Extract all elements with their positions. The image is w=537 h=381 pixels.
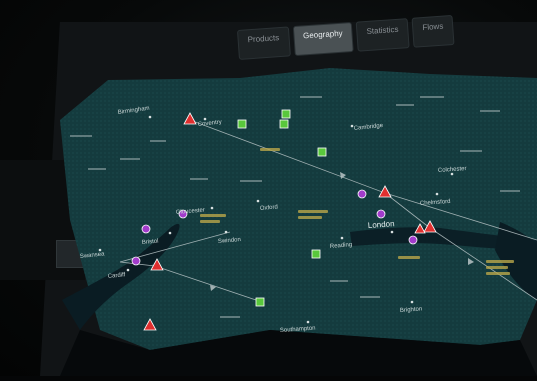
map-view[interactable]: Birmingham Coventry Cambridge Oxford Glo… [0, 0, 537, 376]
city-label: London [368, 219, 395, 230]
map-canvas[interactable]: Birmingham Coventry Cambridge Oxford Glo… [0, 0, 537, 376]
